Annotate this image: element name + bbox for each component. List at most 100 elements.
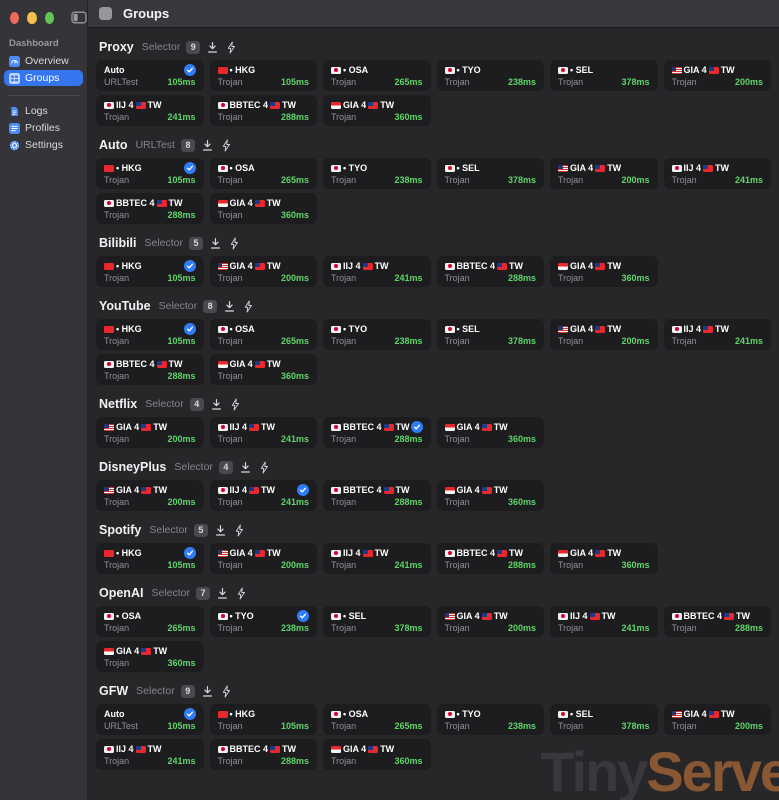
proxy-card[interactable]: IIJ 4TWTrojan241ms bbox=[550, 606, 658, 637]
zoom-window-button[interactable] bbox=[45, 12, 54, 24]
proxy-name-text: GIA 4 bbox=[116, 485, 139, 495]
proxy-card[interactable]: • SELTrojan378ms bbox=[550, 60, 658, 91]
proxy-name-text: • SEL bbox=[570, 65, 593, 75]
proxy-card-top: GIA 4TW bbox=[445, 421, 537, 433]
proxy-card[interactable]: BBTEC 4TWTrojan288ms bbox=[96, 354, 204, 385]
proxy-card[interactable]: GIA 4TWTrojan360ms bbox=[437, 480, 545, 511]
arrow-down-to-line-icon[interactable] bbox=[216, 587, 229, 600]
proxy-card[interactable]: GIA 4TWTrojan200ms bbox=[96, 480, 204, 511]
proxy-card[interactable]: GIA 4TWTrojan360ms bbox=[210, 354, 318, 385]
proxy-card[interactable]: BBTEC 4TWTrojan288ms bbox=[437, 543, 545, 574]
proxy-card[interactable]: GIA 4TWTrojan200ms bbox=[210, 256, 318, 287]
arrow-down-to-line-icon[interactable] bbox=[214, 524, 227, 537]
proxy-card-sub: Trojan200ms bbox=[104, 434, 196, 444]
lightning-bolt-icon[interactable] bbox=[235, 587, 248, 600]
proxy-card[interactable]: • HKGTrojan105ms bbox=[210, 704, 318, 735]
proxy-card[interactable]: GIA 4TWTrojan200ms bbox=[550, 319, 658, 350]
window-controls bbox=[0, 0, 87, 28]
minimize-window-button[interactable] bbox=[27, 12, 36, 24]
proxy-name: • OSA bbox=[331, 65, 368, 75]
lightning-bolt-icon[interactable] bbox=[242, 300, 255, 313]
arrow-down-to-line-icon[interactable] bbox=[210, 398, 223, 411]
proxy-name-text: TW bbox=[282, 100, 296, 110]
proxy-card[interactable]: GIA 4TWTrojan200ms bbox=[664, 704, 772, 735]
sidebar-item-logs[interactable]: Logs bbox=[4, 103, 83, 119]
proxy-card[interactable]: • HKGTrojan105ms bbox=[96, 319, 204, 350]
proxy-card-sub: Trojan105ms bbox=[104, 336, 196, 346]
proxy-card[interactable]: BBTEC 4TWTrojan288ms bbox=[210, 95, 318, 126]
proxy-card[interactable]: BBTEC 4TWTrojan288ms bbox=[323, 480, 431, 511]
proxy-card[interactable]: GIA 4TWTrojan360ms bbox=[323, 739, 431, 770]
close-window-button[interactable] bbox=[10, 12, 19, 24]
proxy-card[interactable]: IIJ 4TWTrojan241ms bbox=[664, 158, 772, 189]
sidebar-item-groups[interactable]: Groups bbox=[4, 70, 83, 86]
proxy-name: GIA 4TW bbox=[558, 163, 621, 173]
proxy-card[interactable]: IIJ 4TWTrojan241ms bbox=[323, 256, 431, 287]
proxy-card[interactable]: • TYOTrojan238ms bbox=[437, 60, 545, 91]
proxy-card[interactable]: IIJ 4TWTrojan241ms bbox=[323, 543, 431, 574]
proxy-card[interactable]: IIJ 4TWTrojan241ms bbox=[210, 480, 318, 511]
sidebar-item-overview[interactable]: Overview bbox=[4, 53, 83, 69]
lightning-bolt-icon[interactable] bbox=[229, 398, 242, 411]
proxy-card[interactable]: AutoURLTest105ms bbox=[96, 60, 204, 91]
proxy-card[interactable]: BBTEC 4TWTrojan288ms bbox=[664, 606, 772, 637]
proxy-card[interactable]: • SELTrojan378ms bbox=[437, 319, 545, 350]
proxy-card[interactable]: • HKGTrojan105ms bbox=[96, 543, 204, 574]
proxy-card[interactable]: AutoURLTest105ms bbox=[96, 704, 204, 735]
arrow-down-to-line-icon[interactable] bbox=[223, 300, 236, 313]
lightning-bolt-icon[interactable] bbox=[258, 461, 271, 474]
proxy-card[interactable]: GIA 4TWTrojan200ms bbox=[437, 606, 545, 637]
proxy-card[interactable]: • SELTrojan378ms bbox=[550, 704, 658, 735]
proxy-card[interactable]: GIA 4TWTrojan360ms bbox=[210, 193, 318, 224]
proxy-card[interactable]: • HKGTrojan105ms bbox=[96, 256, 204, 287]
proxy-card[interactable]: • TYOTrojan238ms bbox=[437, 704, 545, 735]
proxy-card[interactable]: IIJ 4TWTrojan241ms bbox=[210, 417, 318, 448]
proxy-name: • SEL bbox=[558, 65, 593, 75]
arrow-down-to-line-icon[interactable] bbox=[201, 139, 214, 152]
proxy-card[interactable]: • SELTrojan378ms bbox=[437, 158, 545, 189]
proxy-card[interactable]: GIA 4TWTrojan360ms bbox=[323, 95, 431, 126]
proxy-card[interactable]: • HKGTrojan105ms bbox=[96, 158, 204, 189]
proxy-card[interactable]: BBTEC 4TWTrojan288ms bbox=[96, 193, 204, 224]
proxy-card[interactable]: • SELTrojan378ms bbox=[323, 606, 431, 637]
sidebar-item-settings[interactable]: Settings bbox=[4, 137, 83, 153]
proxy-card[interactable]: GIA 4TWTrojan360ms bbox=[437, 417, 545, 448]
proxy-card[interactable]: BBTEC 4TWTrojan288ms bbox=[323, 417, 431, 448]
proxy-card[interactable]: IIJ 4TWTrojan241ms bbox=[96, 739, 204, 770]
proxy-card[interactable]: GIA 4TWTrojan200ms bbox=[550, 158, 658, 189]
arrow-down-to-line-icon[interactable] bbox=[239, 461, 252, 474]
proxy-card[interactable]: IIJ 4TWTrojan241ms bbox=[96, 95, 204, 126]
proxy-card-sub: Trojan265ms bbox=[218, 336, 310, 346]
lightning-bolt-icon[interactable] bbox=[220, 139, 233, 152]
proxy-card[interactable]: • TYOTrojan238ms bbox=[323, 158, 431, 189]
proxy-card[interactable]: GIA 4TWTrojan360ms bbox=[550, 543, 658, 574]
lightning-bolt-icon[interactable] bbox=[225, 41, 238, 54]
proxy-card[interactable]: • OSATrojan265ms bbox=[96, 606, 204, 637]
proxy-card[interactable]: BBTEC 4TWTrojan288ms bbox=[210, 739, 318, 770]
arrow-down-to-line-icon[interactable] bbox=[206, 41, 219, 54]
proxy-card[interactable]: GIA 4TWTrojan200ms bbox=[210, 543, 318, 574]
sidebar-item-profiles[interactable]: Profiles bbox=[4, 120, 83, 136]
proxy-card[interactable]: IIJ 4TWTrojan241ms bbox=[664, 319, 772, 350]
proxy-card[interactable]: GIA 4TWTrojan200ms bbox=[96, 417, 204, 448]
proxy-card[interactable]: • OSATrojan265ms bbox=[210, 158, 318, 189]
proxy-card[interactable]: • OSATrojan265ms bbox=[323, 704, 431, 735]
proxy-card[interactable]: • OSATrojan265ms bbox=[323, 60, 431, 91]
proxy-card[interactable]: • TYOTrojan238ms bbox=[323, 319, 431, 350]
proxy-card[interactable]: • TYOTrojan238ms bbox=[210, 606, 318, 637]
proxy-name-text: TW bbox=[153, 422, 167, 432]
proxy-card[interactable]: BBTEC 4TWTrojan288ms bbox=[437, 256, 545, 287]
proxy-card[interactable]: GIA 4TWTrojan360ms bbox=[550, 256, 658, 287]
sidebar-toggle-icon[interactable] bbox=[71, 11, 87, 24]
proxy-card[interactable]: • HKGTrojan105ms bbox=[210, 60, 318, 91]
proxy-card[interactable]: GIA 4TWTrojan360ms bbox=[96, 641, 204, 672]
flag-sg-icon bbox=[445, 424, 455, 431]
proxy-card[interactable]: • OSATrojan265ms bbox=[210, 319, 318, 350]
proxy-card[interactable]: GIA 4TWTrojan200ms bbox=[664, 60, 772, 91]
lightning-bolt-icon[interactable] bbox=[233, 524, 246, 537]
arrow-down-to-line-icon[interactable] bbox=[201, 685, 214, 698]
lightning-bolt-icon[interactable] bbox=[228, 237, 241, 250]
lightning-bolt-icon[interactable] bbox=[220, 685, 233, 698]
arrow-down-to-line-icon[interactable] bbox=[209, 237, 222, 250]
proxy-card-sub: Trojan360ms bbox=[445, 497, 537, 507]
